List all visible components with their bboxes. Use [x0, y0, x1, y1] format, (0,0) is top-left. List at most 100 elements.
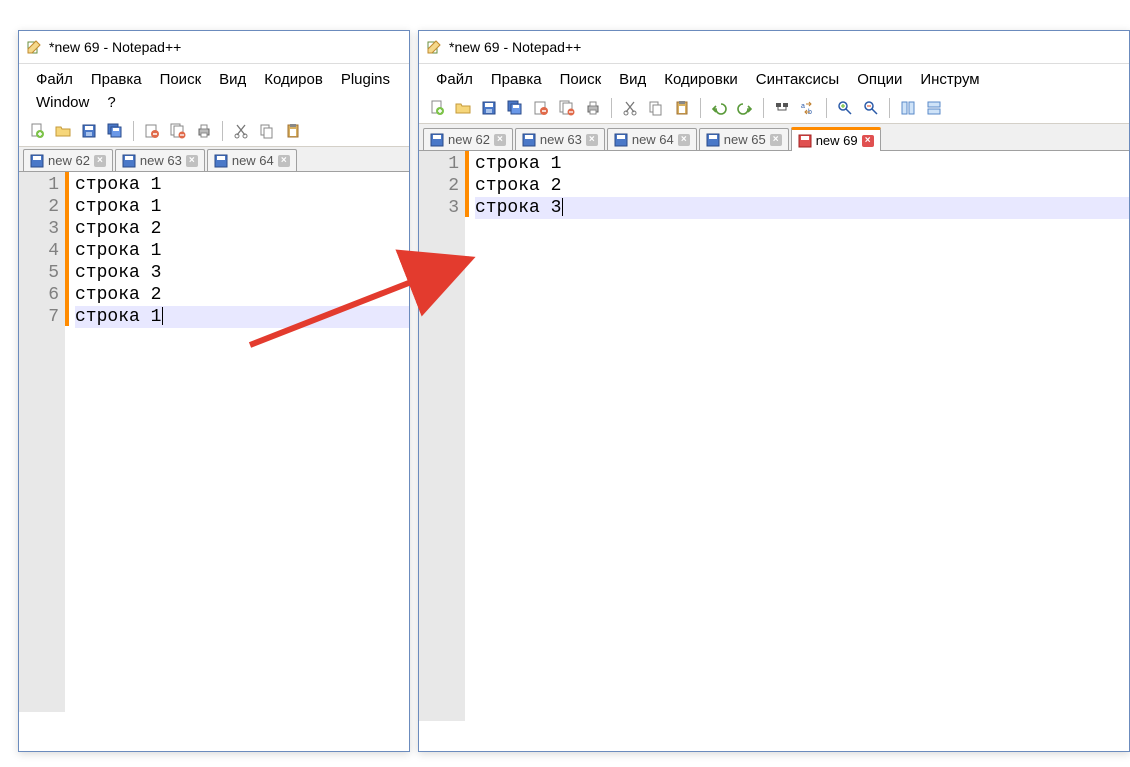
menu-syntax[interactable]: Синтаксисы: [747, 68, 848, 91]
menu-view[interactable]: Вид: [210, 68, 255, 91]
menu-plugins[interactable]: Plugins: [332, 68, 399, 91]
titlebar[interactable]: *new 69 - Notepad++: [19, 31, 409, 64]
tab-new-64[interactable]: new 64 ×: [207, 149, 297, 171]
find-icon[interactable]: [770, 96, 794, 120]
line-number: 1: [419, 153, 459, 175]
zoom-in-icon[interactable]: [833, 96, 857, 120]
line-number: 7: [19, 306, 59, 328]
copy-icon[interactable]: [255, 119, 279, 143]
line-number: 4: [19, 240, 59, 262]
replace-icon[interactable]: ab: [796, 96, 820, 120]
cut-icon[interactable]: [229, 119, 253, 143]
menu-search[interactable]: Поиск: [551, 68, 611, 91]
sync-h-icon[interactable]: [922, 96, 946, 120]
window-title: *new 69 - Notepad++: [49, 39, 181, 55]
tab-new-69[interactable]: new 69 ×: [791, 127, 881, 151]
menu-search[interactable]: Поиск: [151, 68, 211, 91]
undo-icon[interactable]: [707, 96, 731, 120]
line-number: 6: [19, 284, 59, 306]
copy-icon[interactable]: [644, 96, 668, 120]
close-icon[interactable]: ×: [278, 155, 290, 167]
close-file-icon[interactable]: [140, 119, 164, 143]
menu-file[interactable]: Файл: [27, 68, 82, 91]
disk-icon: [122, 154, 136, 168]
open-file-icon[interactable]: [451, 96, 475, 120]
toolbar-separator: [763, 98, 764, 118]
menu-edit[interactable]: Правка: [82, 68, 151, 91]
tab-new-62[interactable]: new 62 ×: [23, 149, 113, 171]
code-line: строка 1: [75, 306, 409, 328]
new-file-icon[interactable]: [25, 119, 49, 143]
new-file-icon[interactable]: [425, 96, 449, 120]
paste-icon[interactable]: [281, 119, 305, 143]
save-all-icon[interactable]: [103, 119, 127, 143]
close-icon[interactable]: ×: [94, 155, 106, 167]
print-icon[interactable]: [192, 119, 216, 143]
svg-text:a: a: [801, 103, 805, 110]
open-file-icon[interactable]: [51, 119, 75, 143]
editor-area[interactable]: 1 2 3 строка 1 строка 2 строка 3: [419, 151, 1129, 721]
close-all-icon[interactable]: [166, 119, 190, 143]
close-icon[interactable]: ×: [586, 134, 598, 146]
close-file-icon[interactable]: [529, 96, 553, 120]
tab-new-63[interactable]: new 63 ×: [515, 128, 605, 150]
tabbar: new 62 × new 63 × new 64 × new 65 × new …: [419, 124, 1129, 151]
code-line: строка 1: [75, 174, 409, 196]
tab-new-63[interactable]: new 63 ×: [115, 149, 205, 171]
cut-icon[interactable]: [618, 96, 642, 120]
tab-label: new 62: [448, 132, 490, 147]
menu-tools[interactable]: Инструм: [911, 68, 988, 91]
line-number: 2: [419, 175, 459, 197]
code-line: строка 2: [75, 218, 409, 240]
menu-file[interactable]: Файл: [427, 68, 482, 91]
disk-icon: [214, 154, 228, 168]
tab-label: new 64: [632, 132, 674, 147]
tab-label: new 65: [724, 132, 766, 147]
code-line: строка 3: [475, 197, 1129, 219]
tab-new-65[interactable]: new 65 ×: [699, 128, 789, 150]
toolbar-separator: [611, 98, 612, 118]
save-icon[interactable]: [477, 96, 501, 120]
disk-icon: [30, 154, 44, 168]
notepadpp-window-right: *new 69 - Notepad++ Файл Правка Поиск Ви…: [418, 30, 1130, 752]
app-icon: [425, 38, 443, 56]
code-area[interactable]: строка 1 строка 1 строка 2 строка 1 стро…: [69, 172, 409, 712]
disk-icon: [522, 133, 536, 147]
paste-icon[interactable]: [670, 96, 694, 120]
code-line: строка 1: [75, 240, 409, 262]
redo-icon[interactable]: [733, 96, 757, 120]
tab-label: new 63: [540, 132, 582, 147]
menu-view[interactable]: Вид: [610, 68, 655, 91]
sync-v-icon[interactable]: [896, 96, 920, 120]
save-icon[interactable]: [77, 119, 101, 143]
menu-options[interactable]: Опции: [848, 68, 911, 91]
menu-encoding[interactable]: Кодировки: [655, 68, 746, 91]
close-icon[interactable]: ×: [862, 135, 874, 147]
line-number-gutter: 1 2 3: [419, 151, 465, 721]
tab-new-64[interactable]: new 64 ×: [607, 128, 697, 150]
close-icon[interactable]: ×: [770, 134, 782, 146]
code-area[interactable]: строка 1 строка 2 строка 3: [469, 151, 1129, 721]
zoom-out-icon[interactable]: [859, 96, 883, 120]
menu-window[interactable]: Window: [27, 91, 98, 114]
close-all-icon[interactable]: [555, 96, 579, 120]
tab-new-62[interactable]: new 62 ×: [423, 128, 513, 150]
save-all-icon[interactable]: [503, 96, 527, 120]
menu-encoding[interactable]: Кодиров: [255, 68, 332, 91]
text-caret: [562, 198, 563, 216]
toolbar-separator: [700, 98, 701, 118]
menu-help[interactable]: ?: [98, 91, 124, 114]
close-icon[interactable]: ×: [494, 134, 506, 146]
menu-edit[interactable]: Правка: [482, 68, 551, 91]
close-icon[interactable]: ×: [678, 134, 690, 146]
titlebar[interactable]: *new 69 - Notepad++: [419, 31, 1129, 64]
disk-icon: [430, 133, 444, 147]
editor-area[interactable]: 1 2 3 4 5 6 7 строка 1 строка 1 строка 2…: [19, 172, 409, 712]
line-number: 5: [19, 262, 59, 284]
close-icon[interactable]: ×: [186, 155, 198, 167]
print-icon[interactable]: [581, 96, 605, 120]
window-title: *new 69 - Notepad++: [449, 39, 581, 55]
disk-unsaved-icon: [798, 134, 812, 148]
code-line: строка 2: [75, 284, 409, 306]
line-number: 1: [19, 174, 59, 196]
